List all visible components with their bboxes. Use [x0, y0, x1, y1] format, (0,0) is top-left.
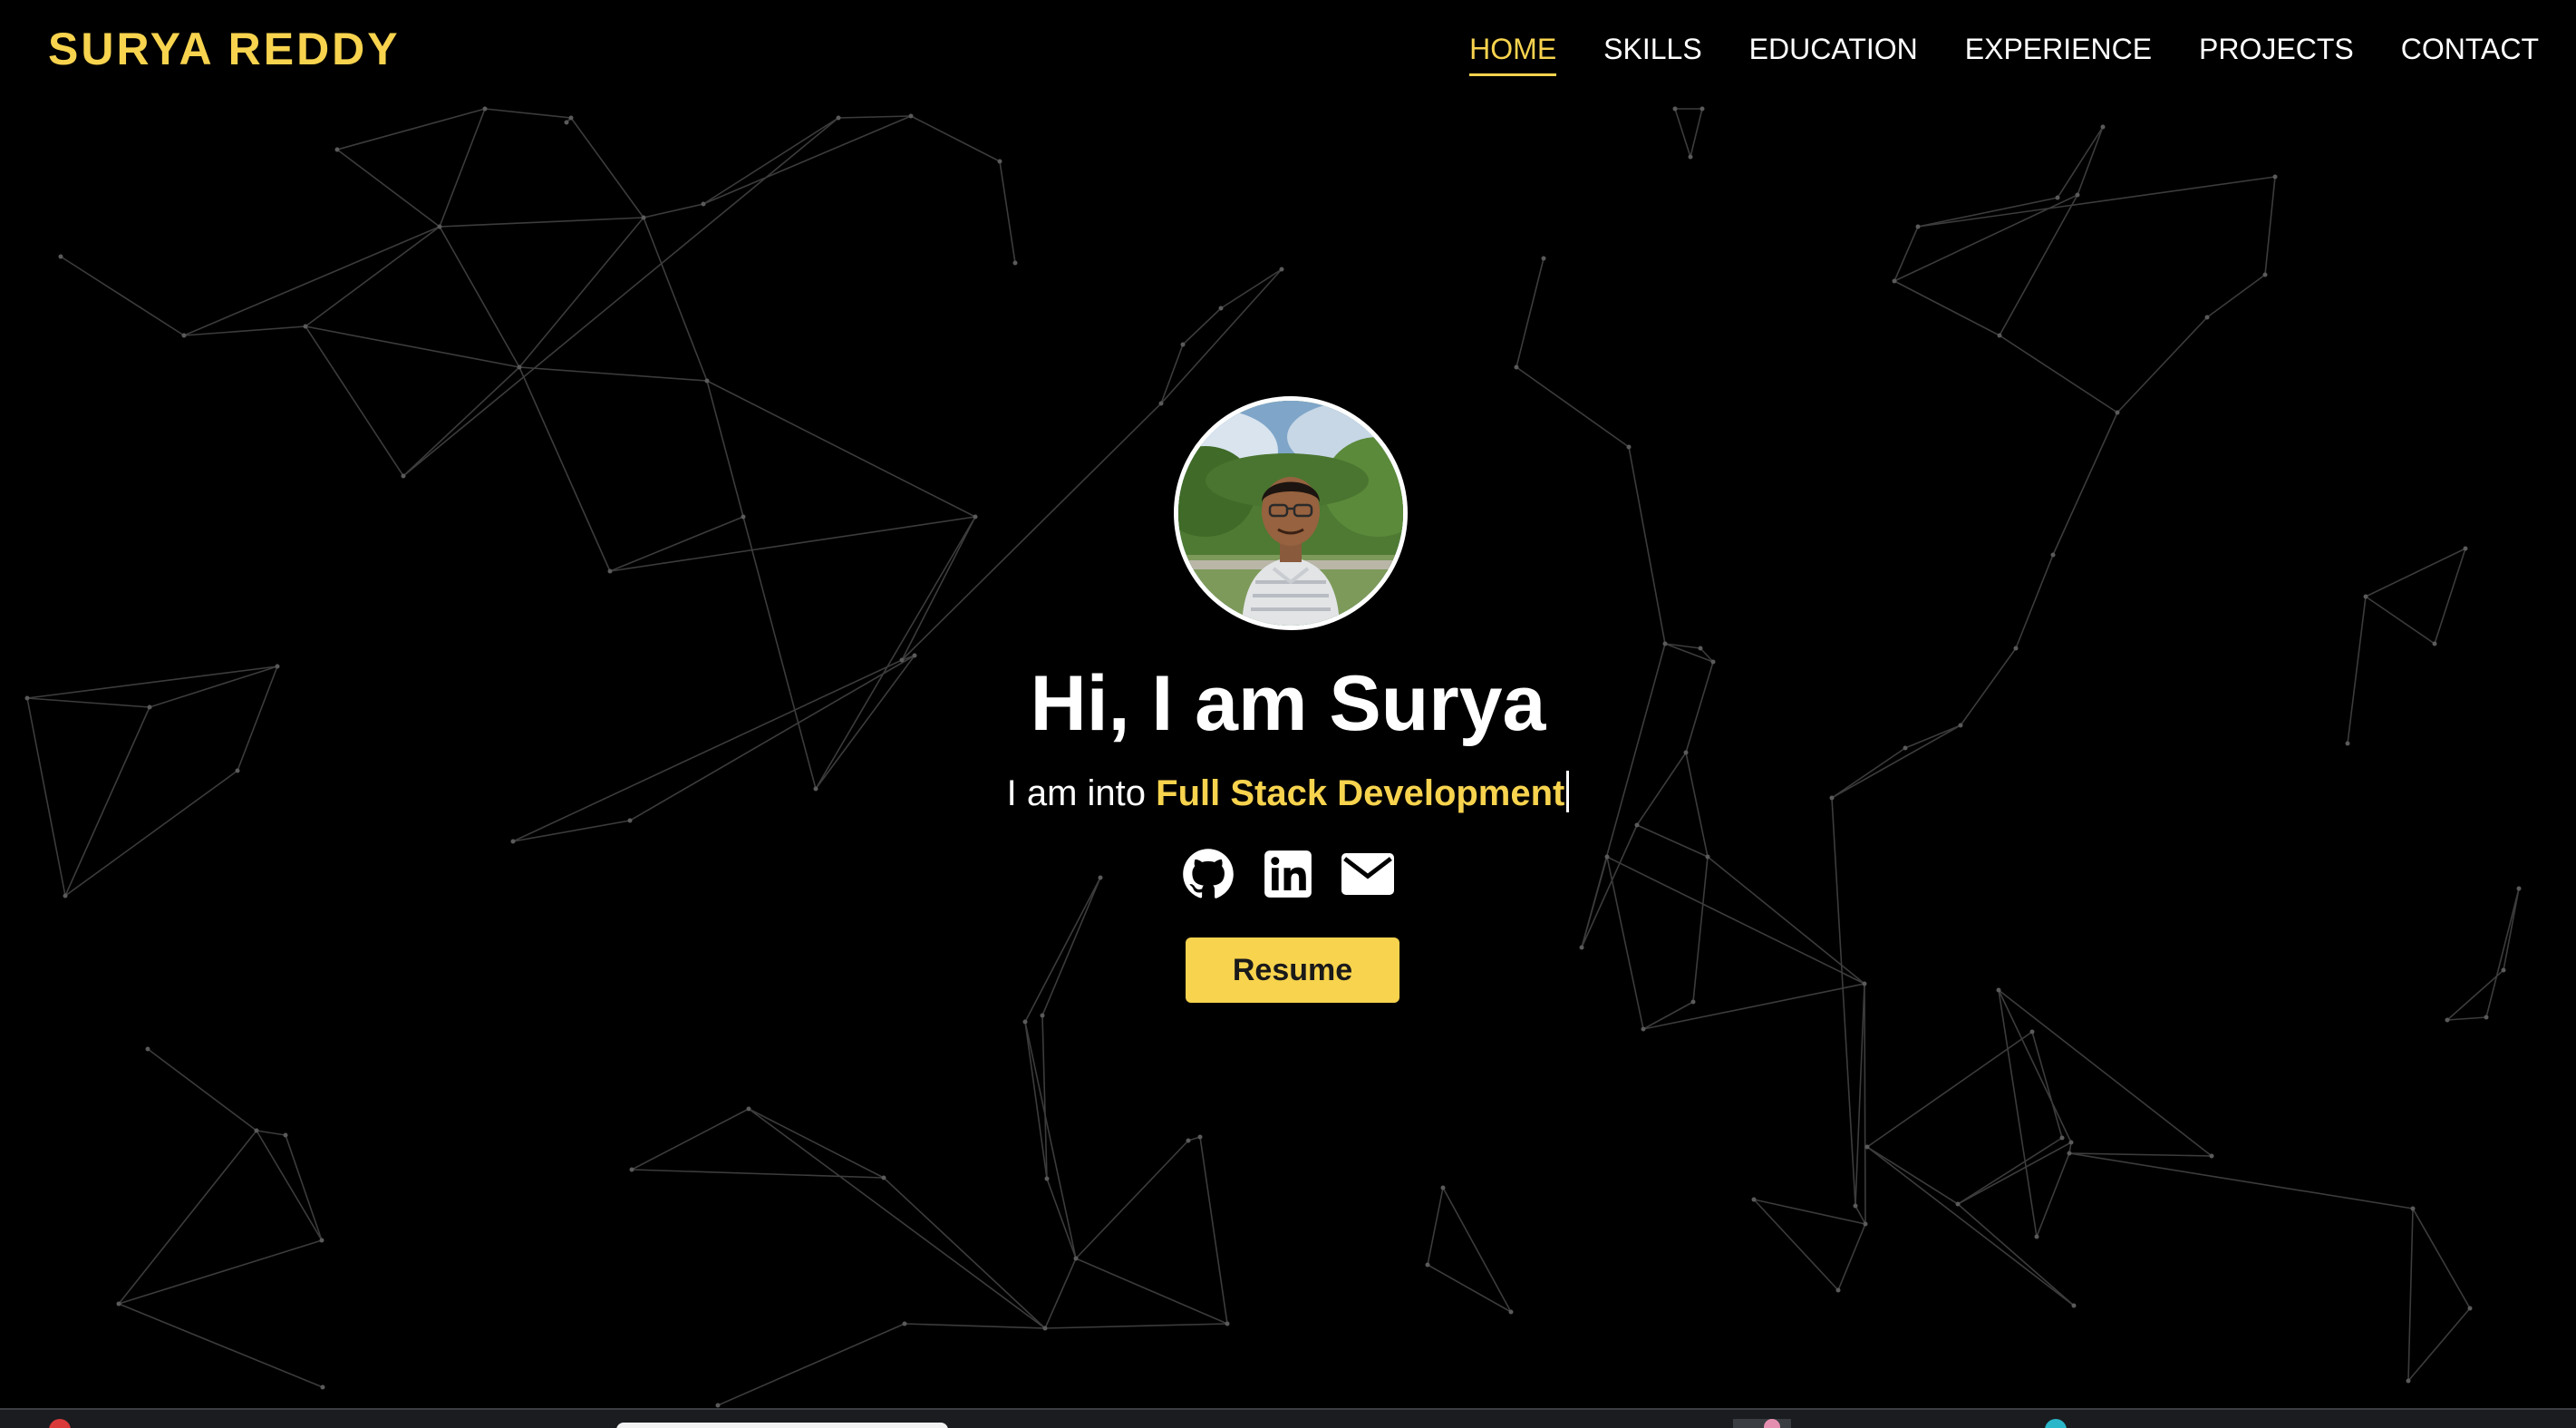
nav-item-contact[interactable]: CONTACT: [2401, 25, 2539, 73]
os-taskbar: [0, 1408, 2576, 1428]
taskbar-app-icon[interactable]: [2045, 1419, 2067, 1428]
resume-button[interactable]: Resume: [1186, 937, 1399, 1003]
nav-item-home[interactable]: HOME: [1469, 25, 1557, 76]
email-icon[interactable]: [1341, 848, 1394, 900]
github-icon[interactable]: [1182, 848, 1235, 900]
linkedin-icon[interactable]: [1262, 848, 1314, 900]
subtitle-prefix: I am into: [1006, 773, 1147, 813]
nav-item-skills[interactable]: SKILLS: [1603, 25, 1702, 73]
nav-links: HOME SKILLS EDUCATION EXPERIENCE PROJECT…: [1469, 25, 2539, 76]
brand-logo[interactable]: SURYA REDDY: [48, 20, 401, 78]
hero-title: Hi, I am Surya: [1030, 660, 1546, 747]
nav-item-experience[interactable]: EXPERIENCE: [1965, 25, 2152, 73]
profile-avatar: [1174, 396, 1408, 630]
hero-subtitle: I am into Full Stack Development: [0, 766, 2576, 821]
hero-section: Hi, I am Surya I am into Full Stack Deve…: [0, 0, 2576, 1428]
social-links: [0, 848, 2576, 900]
page: SURYA REDDY HOME SKILLS EDUCATION EXPERI…: [0, 0, 2576, 1428]
nav-item-education[interactable]: EDUCATION: [1749, 25, 1918, 73]
navbar: SURYA REDDY HOME SKILLS EDUCATION EXPERI…: [0, 0, 2576, 100]
taskbar-app-icon[interactable]: [49, 1419, 71, 1428]
taskbar-app-icon[interactable]: [1733, 1419, 1791, 1428]
typing-cursor: [1566, 771, 1570, 812]
nav-item-projects[interactable]: PROJECTS: [2199, 25, 2354, 73]
typed-role-text: Full Stack Development: [1156, 773, 1565, 813]
taskbar-search-box[interactable]: [616, 1423, 948, 1428]
